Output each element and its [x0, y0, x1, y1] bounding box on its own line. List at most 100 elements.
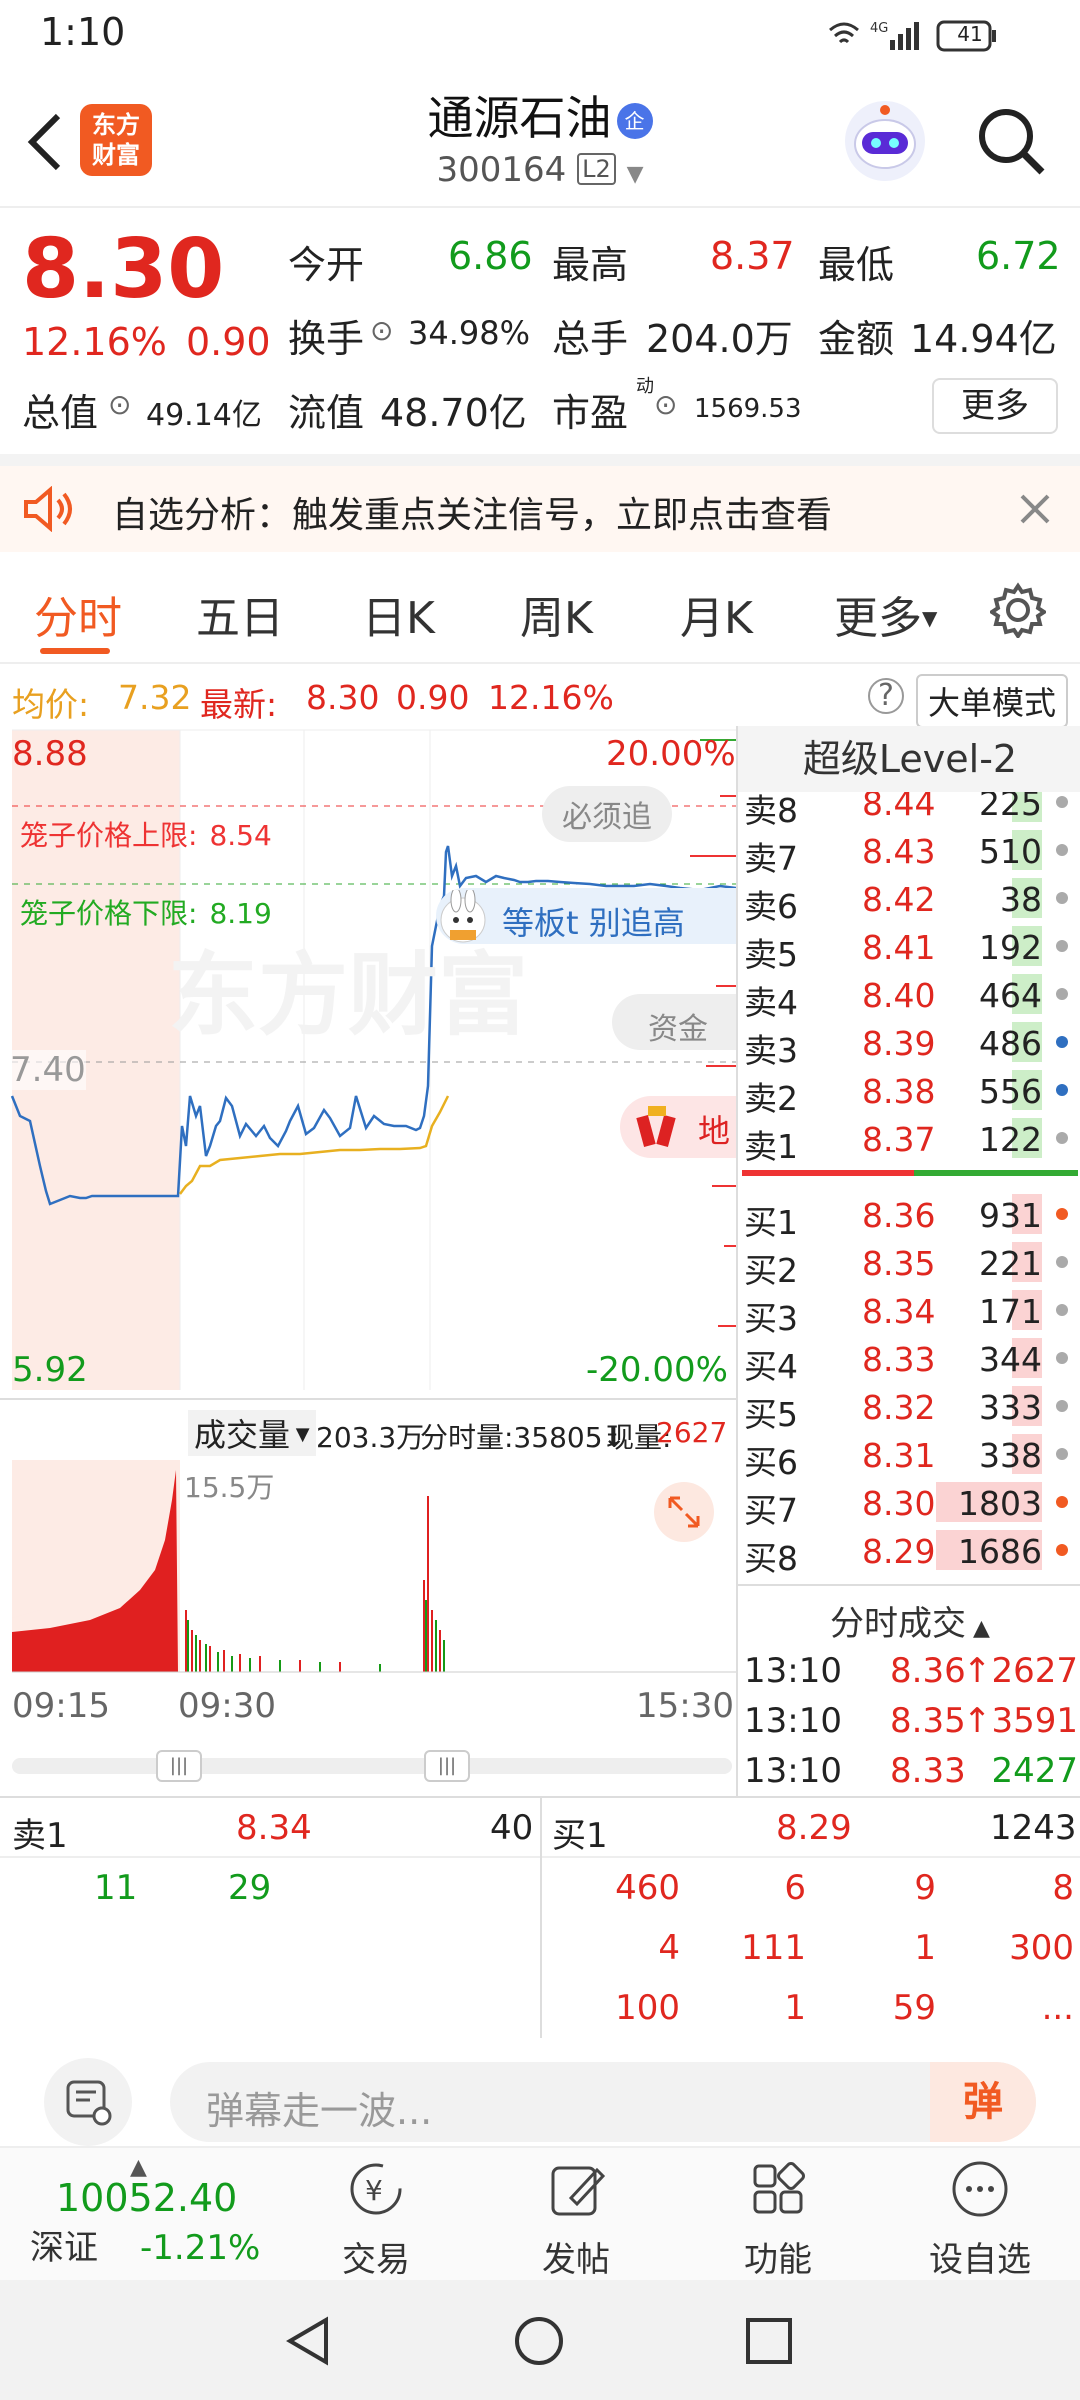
- pct-max-label: 20.00%: [606, 734, 736, 774]
- range-handle-right[interactable]: |||: [424, 1750, 470, 1782]
- range-track[interactable]: [12, 1758, 732, 1774]
- gear-icon[interactable]: [990, 582, 1046, 638]
- bid-row[interactable]: 买8 8.29 1686: [738, 1526, 1080, 1578]
- bid-level: 买8: [744, 1539, 798, 1578]
- tab-more[interactable]: 更多▼: [834, 582, 937, 646]
- sell1-count: 40: [490, 1808, 534, 1848]
- nav-trade[interactable]: ¥ 交易: [306, 2154, 446, 2281]
- last-price: 8.30: [22, 222, 225, 317]
- ask-volume: 38: [1000, 880, 1042, 919]
- expand-icon[interactable]: [652, 1480, 716, 1544]
- buy1-queue-item: 1: [784, 1988, 806, 2028]
- stock-code: 300164: [436, 150, 567, 190]
- more-button[interactable]: 更多: [932, 378, 1058, 434]
- intraday-chart[interactable]: 东方财富 8.88 20.00% 笼子价格上限: 8.54 笼子价格下限: 8.19…: [0, 726, 736, 1396]
- must-chase-tag[interactable]: 必须追: [542, 786, 672, 842]
- help-icon[interactable]: ?: [868, 678, 904, 714]
- tab-daily-k[interactable]: 日K: [362, 582, 435, 646]
- ask-level: 卖7: [744, 839, 798, 878]
- tab-weekly-k[interactable]: 周K: [520, 582, 593, 646]
- ask-row[interactable]: 卖4 8.40 464: [738, 970, 1080, 1022]
- avg-label: 均价:: [12, 685, 90, 724]
- index-widget[interactable]: ▲ 10052.40 深证 -1.21%: [30, 2157, 290, 2276]
- ask-row[interactable]: 卖8 8.44 225: [738, 792, 1080, 830]
- nav-post[interactable]: 发帖: [506, 2154, 646, 2281]
- time-axis: 09:15 09:30 15:30 ||| |||: [0, 1676, 736, 1796]
- recents-square-icon[interactable]: [742, 2314, 796, 2368]
- buy1-queue-item: 4: [658, 1928, 680, 1968]
- trade-row: 13:10 8.36 ↑2627: [738, 1645, 1080, 1695]
- ask-row[interactable]: 卖3 8.39 486: [738, 1018, 1080, 1070]
- ask-row[interactable]: 卖5 8.41 192: [738, 922, 1080, 974]
- danmu-input[interactable]: 弹幕走一波... 弹: [170, 2062, 1036, 2142]
- close-icon[interactable]: [1018, 492, 1052, 526]
- open-value: 6.86: [448, 234, 533, 278]
- pe-sup: 动: [636, 376, 654, 397]
- rabbit-icon: [440, 890, 486, 943]
- speaker-icon: [24, 486, 72, 532]
- home-circle-icon[interactable]: [512, 2314, 566, 2368]
- system-nav-bar: [0, 2280, 1080, 2400]
- nav-functions[interactable]: 功能: [708, 2154, 848, 2281]
- ask-volume: 122: [979, 1120, 1042, 1159]
- nav-add-watchlist[interactable]: 设自选: [910, 2154, 1050, 2281]
- latest-value: 8.30: [306, 678, 380, 717]
- float-label: 流值: [288, 391, 365, 435]
- ask-row[interactable]: 卖1 8.37 122: [738, 1114, 1080, 1166]
- bid-volume: 333: [979, 1388, 1042, 1427]
- tab-intraday[interactable]: 分时: [34, 582, 122, 646]
- bid-volume: 221: [979, 1244, 1042, 1283]
- alert-text: 自选分析：触发重点关注信号，立即点击查看: [112, 495, 833, 536]
- robot-assistant-icon[interactable]: [842, 98, 928, 184]
- ask-row[interactable]: 卖6 8.42 38: [738, 874, 1080, 926]
- sell1-price: 8.34: [236, 1808, 312, 1848]
- info-icon[interactable]: ⊙: [654, 388, 677, 421]
- level2-title[interactable]: 超级Level-2: [738, 726, 1080, 792]
- danmu-settings-button[interactable]: [44, 2058, 132, 2146]
- volume-chart[interactable]: 15.5万: [0, 1460, 736, 1674]
- bid-row[interactable]: 买7 8.30 1803: [738, 1478, 1080, 1530]
- buy1-queue-item: 59: [892, 1988, 936, 2028]
- bid-row[interactable]: 买4 8.33 344: [738, 1334, 1080, 1386]
- cage-upper-label: 笼子价格上限: 8.54: [20, 819, 272, 852]
- bid-row[interactable]: 买5 8.32 333: [738, 1382, 1080, 1434]
- capital-tag[interactable]: 资金: [612, 994, 736, 1050]
- order-queue: 卖1 8.34 40 11 29 买1 8.29 1243 460 6 9 8 4 111…: [0, 1796, 1080, 2038]
- ask-volume: 192: [979, 928, 1042, 967]
- latest-pct: 12.16%: [488, 678, 614, 717]
- status-bar: 1:10 4G 41: [0, 0, 1080, 72]
- avg-value: 7.32: [118, 678, 192, 717]
- volume-dropdown[interactable]: 成交量 ▼: [188, 1410, 316, 1456]
- post-icon: [551, 2166, 606, 2216]
- bid-dot: [1056, 1352, 1068, 1364]
- bid-dot: [1056, 1448, 1068, 1460]
- bid-row[interactable]: 买2 8.35 221: [738, 1238, 1080, 1290]
- range-handle-left[interactable]: |||: [156, 1750, 202, 1782]
- ask-row[interactable]: 卖7 8.43 510: [738, 826, 1080, 878]
- buy1-count: 1243: [990, 1808, 1077, 1848]
- tab-monthly-k[interactable]: 月K: [680, 582, 753, 646]
- bid-row[interactable]: 买1 8.36 931: [738, 1190, 1080, 1242]
- bid-row[interactable]: 买3 8.34 171: [738, 1286, 1080, 1338]
- bid-level: 买7: [744, 1491, 798, 1530]
- bid-dot: [1056, 1208, 1068, 1220]
- danmu-send-button[interactable]: 弹: [930, 2062, 1036, 2142]
- buy1-queue-grid: 460 6 9 8 4 111 1 300 100 1 59...: [542, 1860, 1080, 2038]
- search-icon[interactable]: [976, 106, 1048, 178]
- info-icon[interactable]: ⊙: [370, 314, 393, 347]
- pct-change: 12.16%: [22, 320, 167, 364]
- info-icon[interactable]: ⊙: [108, 388, 131, 421]
- back-triangle-icon[interactable]: [282, 2314, 336, 2368]
- alert-banner[interactable]: 自选分析：触发重点关注信号，立即点击查看: [0, 466, 1080, 552]
- ask-row[interactable]: 卖2 8.38 556: [738, 1066, 1080, 1118]
- bid-level: 买2: [744, 1251, 798, 1290]
- enterprise-badge: 企: [616, 103, 653, 139]
- chevron-down-icon: ▼: [626, 162, 644, 187]
- bid-volume: 1686: [958, 1532, 1042, 1571]
- big-order-mode-button[interactable]: 大单模式: [916, 674, 1069, 728]
- bid-row[interactable]: 买6 8.31 338: [738, 1430, 1080, 1482]
- tab-five-day[interactable]: 五日: [196, 582, 284, 646]
- latest-change: 0.90: [396, 678, 470, 717]
- index-pct: -1.21%: [140, 2228, 261, 2268]
- trades-panel[interactable]: 分时成交 ▲ 13:10 8.36 ↑2627 13:10 8.35 ↑3591 13:10…: [738, 1584, 1080, 1796]
